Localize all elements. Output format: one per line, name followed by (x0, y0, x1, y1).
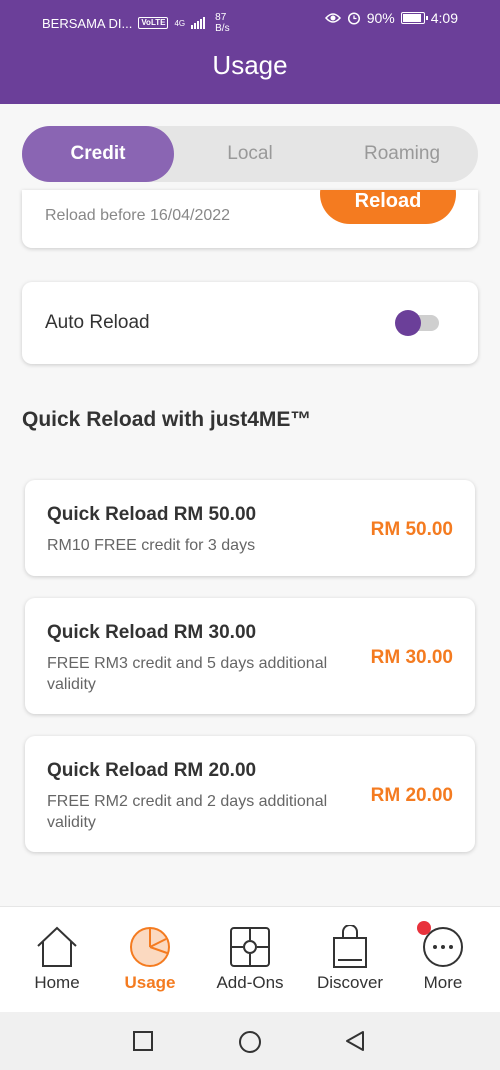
nav-usage[interactable]: Usage (100, 925, 200, 993)
reload-button[interactable]: Reload (320, 190, 456, 224)
usage-tabs: Credit Local Roaming (22, 126, 478, 182)
system-nav-bar (0, 1012, 500, 1070)
recent-apps-icon[interactable] (132, 1030, 154, 1052)
quick-reload-offer-50[interactable]: Quick Reload RM 50.00 RM10 FREE credit f… (25, 480, 475, 576)
status-bar: BERSAMA DI... VoLTE 4G 87 B/s 90% 4:09 (0, 0, 500, 38)
app-header: BERSAMA DI... VoLTE 4G 87 B/s 90% 4:09 U… (0, 0, 500, 104)
speed-value: 87 (215, 12, 227, 23)
nav-add-ons[interactable]: Add-Ons (200, 925, 300, 993)
carrier-name: BERSAMA DI... (42, 15, 133, 31)
offer-title: Quick Reload RM 50.00 (47, 504, 257, 525)
nav-more[interactable]: More (393, 921, 493, 993)
nav-label: More (423, 973, 463, 992)
offer-title: Quick Reload RM 20.00 (47, 760, 257, 781)
offer-price: RM 50.00 (370, 519, 453, 540)
section-title: Quick Reload with just4ME™ (22, 408, 312, 431)
pie-chart-icon (130, 927, 170, 967)
nav-home[interactable]: Home (7, 925, 107, 993)
reload-before-text: Reload before 16/04/2022 (45, 207, 231, 224)
quick-reload-offer-20[interactable]: Quick Reload RM 20.00 FREE RM2 credit an… (25, 736, 475, 852)
offer-price: RM 30.00 (370, 647, 453, 668)
volte-badge: VoLTE (138, 17, 169, 29)
battery-percent: 90% (366, 10, 395, 26)
tab-credit[interactable]: Credit (22, 126, 174, 182)
puzzle-icon (230, 927, 270, 967)
tab-local[interactable]: Local (174, 126, 326, 182)
offer-description: RM10 FREE credit for 3 days (47, 537, 256, 554)
network-speed: 87 B/s (215, 12, 229, 34)
nav-label: Add-Ons (216, 973, 284, 992)
clock: 4:09 (430, 10, 458, 26)
offer-description: FREE RM2 credit and 2 days additional va… (47, 793, 328, 831)
offer-price: RM 20.00 (370, 785, 453, 806)
bottom-nav: Home Usage Add-Ons Discover More (0, 906, 500, 1012)
offer-title: Quick Reload RM 30.00 (47, 622, 257, 643)
home-icon (37, 926, 77, 967)
offer-description: FREE RM3 credit and 5 days additional va… (47, 655, 328, 693)
toggle-knob (395, 310, 421, 336)
nav-label: Usage (124, 973, 176, 992)
auto-reload-toggle[interactable] (395, 309, 441, 337)
eye-icon (324, 13, 341, 23)
back-icon[interactable] (344, 1030, 366, 1052)
network-type: 4G (174, 18, 186, 28)
notification-dot (417, 921, 431, 935)
home-button-icon[interactable] (238, 1030, 262, 1054)
auto-reload-label: Auto Reload (45, 312, 150, 333)
tab-roaming[interactable]: Roaming (326, 126, 478, 182)
page-title: Usage (212, 50, 288, 80)
alarm-icon (347, 12, 360, 25)
auto-reload-card: Auto Reload (22, 282, 478, 364)
nav-label: Discover (316, 973, 384, 992)
quick-reload-offer-30[interactable]: Quick Reload RM 30.00 FREE RM3 credit an… (25, 598, 475, 714)
speed-unit: B/s (215, 23, 230, 34)
battery-icon (400, 12, 428, 24)
credit-card: Reload before 16/04/2022 Reload (22, 190, 478, 248)
shopping-bag-icon (333, 925, 367, 968)
signal-icon (191, 17, 206, 29)
nav-label: Home (34, 973, 80, 992)
nav-discover[interactable]: Discover (300, 925, 400, 993)
